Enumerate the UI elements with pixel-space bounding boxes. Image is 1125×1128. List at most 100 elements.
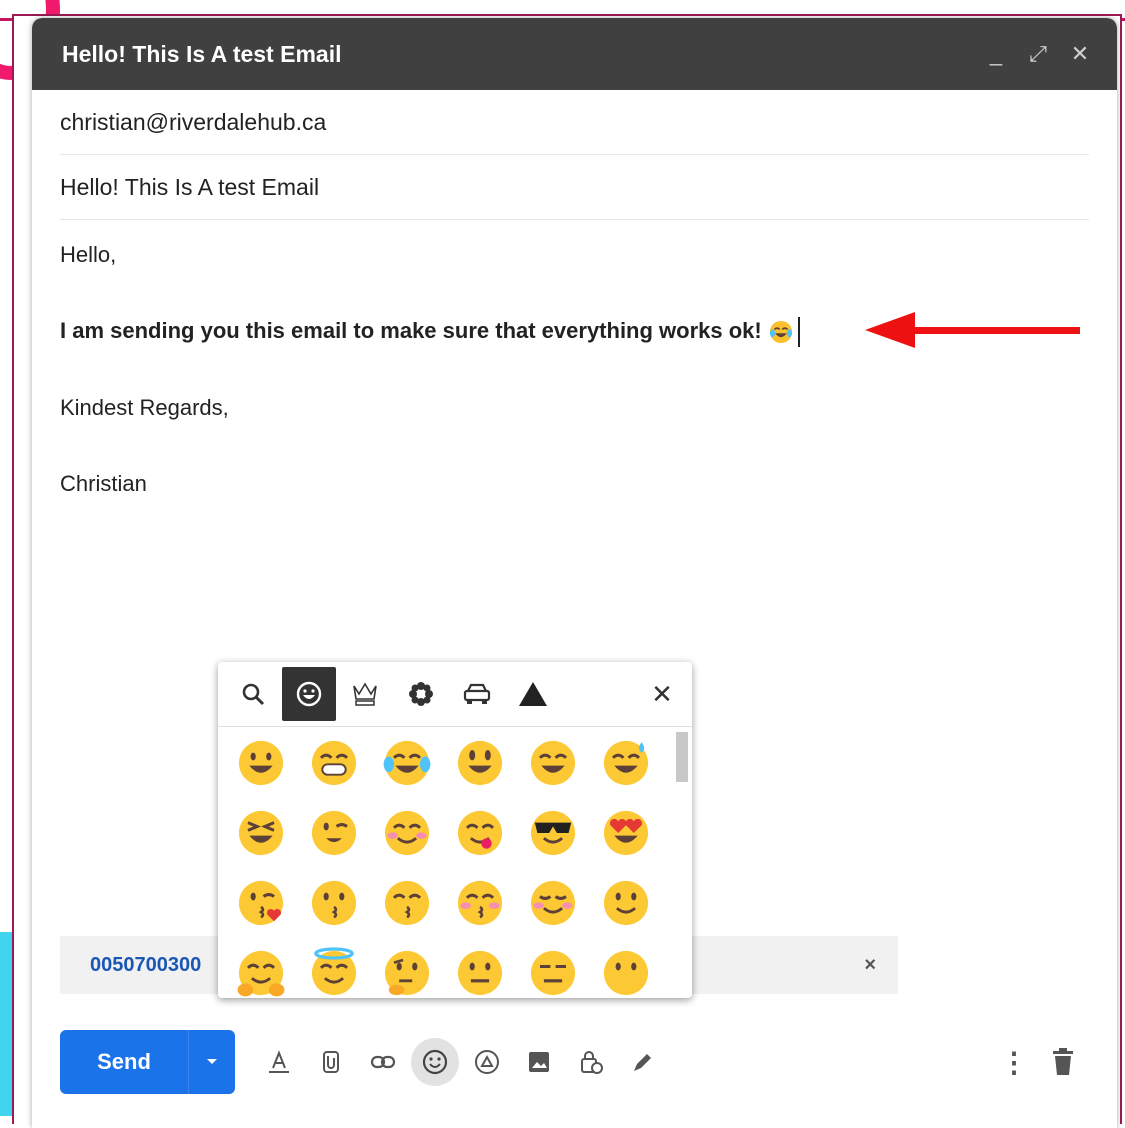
- emoji-kissing[interactable]: [297, 868, 370, 938]
- emoji-grinning[interactable]: [224, 728, 297, 798]
- emoji-smile[interactable]: [516, 728, 589, 798]
- tears-of-joy-emoji: [769, 321, 792, 344]
- formatting-tools: [255, 1038, 671, 1086]
- relaxed-icon: [530, 880, 575, 926]
- send-options-button[interactable]: [189, 1030, 235, 1094]
- emoji-expressionless[interactable]: [516, 938, 589, 1008]
- photo-button[interactable]: [515, 1038, 563, 1086]
- subject-field[interactable]: Hello! This Is A test Email: [60, 155, 1089, 220]
- emoji-category-tabs: ✕: [218, 662, 692, 727]
- more-options-icon[interactable]: ⋮: [1000, 1046, 1028, 1079]
- beaming-icon: [311, 740, 356, 786]
- close-picker-button[interactable]: ✕: [646, 678, 678, 710]
- tab-search[interactable]: [226, 667, 280, 721]
- tab-smileys[interactable]: [282, 667, 336, 721]
- message-text: I am sending you this email to make sure…: [60, 318, 762, 343]
- neutral-icon: [457, 950, 502, 996]
- drive-icon: [475, 1050, 499, 1074]
- emoji-winking[interactable]: [297, 798, 370, 868]
- format-text-button[interactable]: [255, 1038, 303, 1086]
- winking-icon: [311, 810, 356, 856]
- emoji-row: [224, 938, 668, 1008]
- emoji-kissing-heart[interactable]: [224, 868, 297, 938]
- kissing-heart-icon: [238, 880, 283, 926]
- emoji-innocent[interactable]: [297, 938, 370, 1008]
- subject-value: Hello! This Is A test Email: [60, 173, 320, 200]
- expressionless-icon: [530, 950, 575, 996]
- drive-button[interactable]: [463, 1038, 511, 1086]
- smile-icon: [530, 740, 575, 786]
- compose-titlebar[interactable]: Hello! This Is A test Email _ ⤢ ✕: [32, 18, 1117, 90]
- emoji-icon: [422, 1049, 448, 1075]
- flower-icon: [409, 682, 433, 706]
- heart-eyes-icon: [603, 810, 648, 856]
- window-title: Hello! This Is A test Email: [62, 40, 342, 67]
- emoji-beaming[interactable]: [297, 728, 370, 798]
- confidential-icon: [581, 1051, 603, 1074]
- emoji-heart-eyes[interactable]: [589, 798, 662, 868]
- slight-smile-icon: [603, 880, 648, 926]
- emoji-grid: [224, 728, 668, 1008]
- photo-icon: [529, 1052, 549, 1072]
- tab-nature[interactable]: [394, 667, 448, 721]
- emoji-kissing-smile[interactable]: [370, 868, 443, 938]
- emoji-sweat-smile[interactable]: [589, 728, 662, 798]
- emoji-button[interactable]: [411, 1038, 459, 1086]
- trash-icon[interactable]: [1050, 1047, 1076, 1077]
- text-caret: [797, 317, 800, 348]
- emoji-squinting[interactable]: [224, 798, 297, 868]
- close-icon: ✕: [651, 678, 673, 709]
- emoji-row: [224, 798, 668, 868]
- emoji-hugging[interactable]: [224, 938, 297, 1008]
- emoji-blush[interactable]: [370, 798, 443, 868]
- tab-travel[interactable]: [450, 667, 504, 721]
- attach-button[interactable]: [307, 1038, 355, 1086]
- emoji-thinking[interactable]: [370, 938, 443, 1008]
- search-icon: [242, 683, 265, 706]
- send-button-group: Send: [60, 1030, 235, 1094]
- signature-button[interactable]: [619, 1038, 667, 1086]
- emoji-yum[interactable]: [443, 798, 516, 868]
- emoji-sunglasses[interactable]: [516, 798, 589, 868]
- attach-icon: [323, 1051, 339, 1073]
- link-button[interactable]: [359, 1038, 407, 1086]
- emoji-row: [224, 868, 668, 938]
- sweat-smile-icon: [603, 740, 648, 786]
- kissing-closed-icon: [457, 880, 502, 926]
- grinning-icon: [238, 740, 283, 786]
- emoji-kissing-closed[interactable]: [443, 868, 516, 938]
- thinking-icon: [384, 950, 429, 996]
- emoji-tears-of-joy[interactable]: [370, 728, 443, 798]
- sunglasses-icon: [530, 810, 575, 856]
- emoji-smiley[interactable]: [443, 728, 516, 798]
- emoji-scroll-thumb[interactable]: [676, 732, 688, 782]
- link-icon: [370, 1055, 396, 1069]
- tab-people[interactable]: [338, 667, 392, 721]
- recipient-value: christian@riverdalehub.ca: [60, 108, 327, 135]
- emoji-no-mouth[interactable]: [589, 938, 662, 1008]
- remove-attachment-icon[interactable]: ×: [864, 954, 876, 977]
- emoji-picker: ✕: [218, 662, 692, 998]
- expand-icon[interactable]: ⤢: [1027, 41, 1049, 67]
- minimize-icon[interactable]: _: [985, 41, 1007, 67]
- caret-down-icon: [207, 1059, 217, 1064]
- format-text-icon: [269, 1050, 289, 1073]
- confidential-button[interactable]: [567, 1038, 615, 1086]
- greeting-line: Hello,: [60, 242, 117, 267]
- red-arrow-annotation: [865, 312, 1080, 348]
- tab-symbols[interactable]: [506, 667, 560, 721]
- squinting-icon: [238, 810, 283, 856]
- signature-line: Christian: [60, 471, 147, 497]
- signature-icon: [634, 1054, 651, 1071]
- message-body[interactable]: Hello, I am sending you this email to ma…: [60, 220, 1089, 499]
- emoji-row: [224, 728, 668, 798]
- kissing-icon: [311, 880, 356, 926]
- emoji-neutral[interactable]: [443, 938, 516, 1008]
- send-button[interactable]: Send: [60, 1030, 189, 1094]
- closing-line: Kindest Regards,: [60, 395, 229, 421]
- no-mouth-icon: [603, 950, 648, 996]
- emoji-slight-smile[interactable]: [589, 868, 662, 938]
- close-icon[interactable]: ✕: [1069, 41, 1091, 67]
- recipient-field[interactable]: christian@riverdalehub.ca: [60, 90, 1089, 155]
- emoji-relaxed[interactable]: [516, 868, 589, 938]
